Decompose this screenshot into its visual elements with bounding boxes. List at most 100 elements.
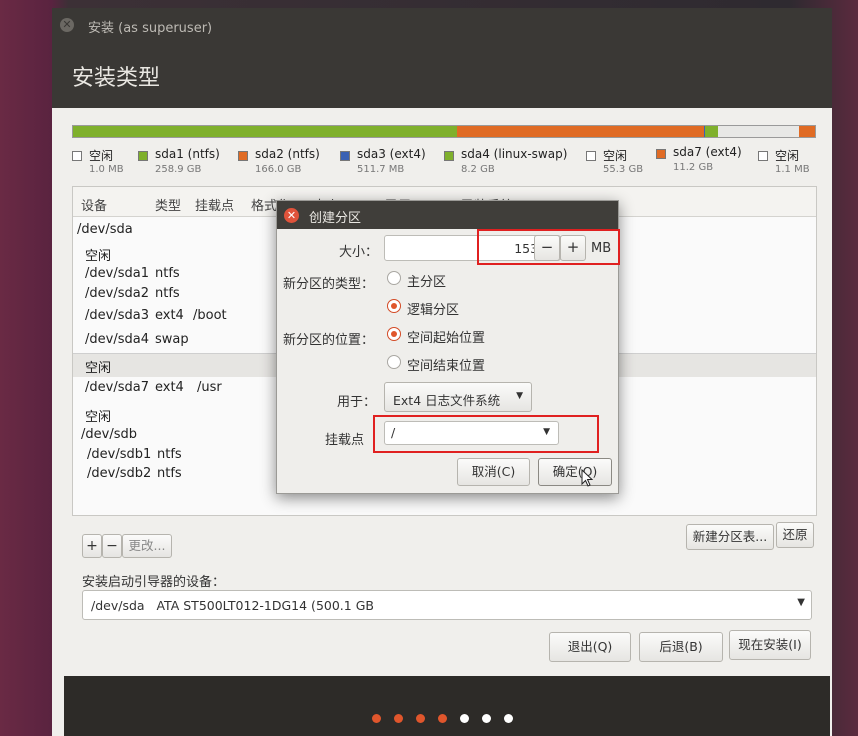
- size-label: 大小：: [339, 245, 379, 260]
- partition-location-label: 新分区的位置：: [283, 333, 375, 348]
- legend-swatch: [72, 151, 82, 161]
- radio-label: 主分区: [407, 275, 447, 290]
- dialog-title: 创建分区: [309, 211, 362, 226]
- pager-dot: [504, 714, 513, 723]
- partition-segment: [705, 126, 718, 137]
- radio-location-start[interactable]: 空间起始位置: [387, 327, 527, 347]
- pager-dot: [482, 714, 491, 723]
- column-header[interactable]: 挂载点: [195, 195, 234, 214]
- row-device: 空闲: [85, 410, 112, 425]
- partition-segment: [73, 126, 457, 137]
- legend-size: 1.0 MB: [89, 164, 124, 175]
- column-header[interactable]: 设备: [81, 195, 107, 214]
- row-type: ntfs: [155, 266, 180, 281]
- cancel-button[interactable]: 取消(C): [457, 458, 530, 486]
- legend-swatch: [340, 151, 350, 161]
- row-device: /dev/sdb1: [87, 447, 152, 462]
- highlight-box: [477, 229, 620, 265]
- title-bar: ✕ 安装 (as superuser): [52, 8, 832, 42]
- pager-dot: [372, 714, 381, 723]
- pager-dot: [416, 714, 425, 723]
- highlight-box: [373, 415, 599, 453]
- add-partition-button[interactable]: +: [82, 534, 102, 558]
- partition-type-label: 新分区的类型：: [283, 277, 375, 292]
- column-header[interactable]: 类型: [155, 195, 181, 214]
- close-icon[interactable]: ✕: [60, 18, 74, 32]
- row-device: /dev/sda2: [85, 286, 149, 301]
- row-device: 空闲: [85, 249, 112, 264]
- ok-button[interactable]: 确定(O): [538, 458, 612, 486]
- pager-dot: [394, 714, 403, 723]
- legend-swatch: [586, 151, 596, 161]
- change-partition-button[interactable]: 更改...: [122, 534, 172, 558]
- dialog-title-bar: ✕ 创建分区: [277, 201, 618, 229]
- partition-segment: [717, 126, 799, 137]
- create-partition-dialog: ✕ 创建分区 大小： 15360 − + MB 新分区的类型： 主分区 逻辑分区…: [276, 200, 620, 494]
- filesystem-value: Ext4 日志文件系统: [393, 393, 501, 408]
- window-title: 安装 (as superuser): [88, 21, 213, 36]
- legend-size: 511.7 MB: [357, 164, 405, 175]
- legend-name: 空闲: [603, 149, 628, 163]
- row-device: /dev/sda1: [85, 266, 149, 281]
- legend-name: sda2 (ntfs): [255, 147, 320, 161]
- progress-pager: [372, 714, 532, 726]
- quit-button[interactable]: 退出(Q): [549, 632, 631, 662]
- radio-label: 空间结束位置: [407, 359, 486, 374]
- row-mount: /boot: [193, 308, 227, 323]
- row-device: /dev/sda7: [85, 380, 149, 395]
- install-now-button[interactable]: 现在安装(I): [729, 630, 811, 660]
- row-device: 空闲: [85, 361, 112, 376]
- legend-swatch: [444, 151, 454, 161]
- legend-name: sda7 (ext4): [673, 145, 742, 159]
- legend-size: 166.0 GB: [255, 164, 302, 175]
- row-device: /dev/sda3: [85, 308, 149, 323]
- radio-label: 空间起始位置: [407, 331, 486, 346]
- radio-location-end[interactable]: 空间结束位置: [387, 355, 527, 375]
- legend-name: 空闲: [89, 149, 114, 163]
- use-as-label: 用于：: [337, 395, 377, 410]
- row-type: ntfs: [157, 466, 182, 481]
- pager-dot: [460, 714, 469, 723]
- legend-name: sda4 (linux-swap): [461, 147, 568, 161]
- row-type: ext4: [155, 380, 184, 395]
- partition-legend: 空闲 1.0 MB sda1 (ntfs) 258.9 GB sda2 (ntfs)…: [72, 145, 816, 181]
- legend-size: 55.3 GB: [603, 164, 644, 175]
- bootloader-value: /dev/sda ATA ST500LT012-1DG14 (500.1 GB: [91, 598, 374, 613]
- row-device: /dev/sdb2: [87, 466, 152, 481]
- page-header: 安装类型: [52, 42, 832, 108]
- legend-size: 1.1 MB: [775, 164, 810, 175]
- filesystem-select[interactable]: Ext4 日志文件系统 ▼: [384, 382, 532, 412]
- chevron-down-icon: ▼: [516, 391, 523, 401]
- row-type: ntfs: [155, 286, 180, 301]
- close-icon[interactable]: ✕: [284, 208, 299, 223]
- radio-button: [387, 355, 401, 369]
- new-partition-table-button[interactable]: 新建分区表...: [686, 524, 774, 550]
- radio-label: 逻辑分区: [407, 303, 460, 318]
- radio-button: [387, 271, 401, 285]
- mount-point-label: 挂载点: [325, 433, 365, 448]
- row-device: /dev/sda: [77, 222, 133, 237]
- pager-dot: [438, 714, 447, 723]
- legend-name: 空闲: [775, 149, 800, 163]
- footer-bar: [64, 676, 830, 736]
- bootloader-label: 安装启动引导器的设备：: [82, 575, 226, 590]
- radio-button: [387, 327, 401, 341]
- bootloader-select[interactable]: /dev/sda ATA ST500LT012-1DG14 (500.1 GB …: [82, 590, 812, 620]
- row-device: /dev/sda4: [85, 332, 149, 347]
- legend-name: sda3 (ext4): [357, 147, 426, 161]
- row-mount: /usr: [197, 380, 222, 395]
- legend-size: 11.2 GB: [673, 162, 714, 173]
- legend-swatch: [138, 151, 148, 161]
- radio-button: [387, 299, 401, 313]
- legend-swatch: [238, 151, 248, 161]
- chevron-down-icon: ▼: [797, 597, 805, 608]
- page-title: 安装类型: [72, 66, 161, 91]
- back-button[interactable]: 后退(B): [639, 632, 723, 662]
- remove-partition-button[interactable]: −: [102, 534, 122, 558]
- radio-logical[interactable]: 逻辑分区: [387, 299, 507, 319]
- partition-segment: [456, 126, 705, 137]
- partition-bar: [72, 125, 816, 138]
- radio-primary[interactable]: 主分区: [387, 271, 507, 291]
- revert-button[interactable]: 还原: [776, 522, 814, 548]
- row-type: ntfs: [157, 447, 182, 462]
